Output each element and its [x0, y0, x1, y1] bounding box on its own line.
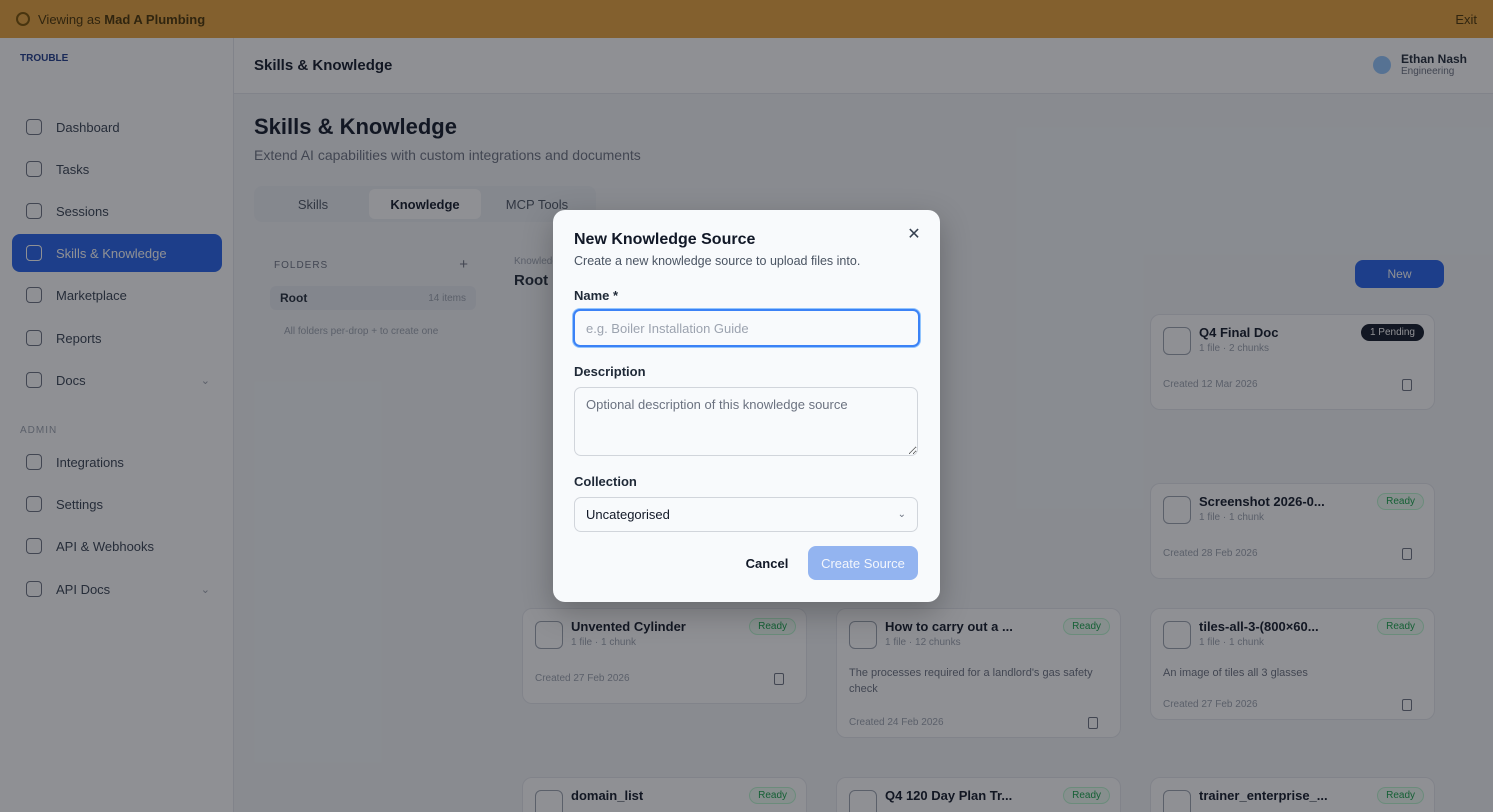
- close-icon[interactable]: ✕: [905, 227, 923, 245]
- description-label: Description: [574, 364, 646, 379]
- new-knowledge-source-dialog: New Knowledge Source Create a new knowle…: [553, 210, 940, 602]
- name-field[interactable]: [573, 309, 920, 347]
- collection-select[interactable]: Uncategorised ⌄: [574, 497, 918, 532]
- cancel-button[interactable]: Cancel: [736, 547, 798, 579]
- chevron-down-icon: ⌄: [897, 509, 906, 520]
- collection-value: Uncategorised: [586, 507, 670, 522]
- description-field[interactable]: [574, 387, 918, 456]
- dialog-title: New Knowledge Source: [574, 231, 756, 248]
- create-source-button[interactable]: Create Source: [808, 546, 918, 580]
- dialog-subtitle: Create a new knowledge source to upload …: [574, 254, 861, 268]
- name-label: Name *: [574, 288, 619, 303]
- collection-label: Collection: [574, 474, 637, 489]
